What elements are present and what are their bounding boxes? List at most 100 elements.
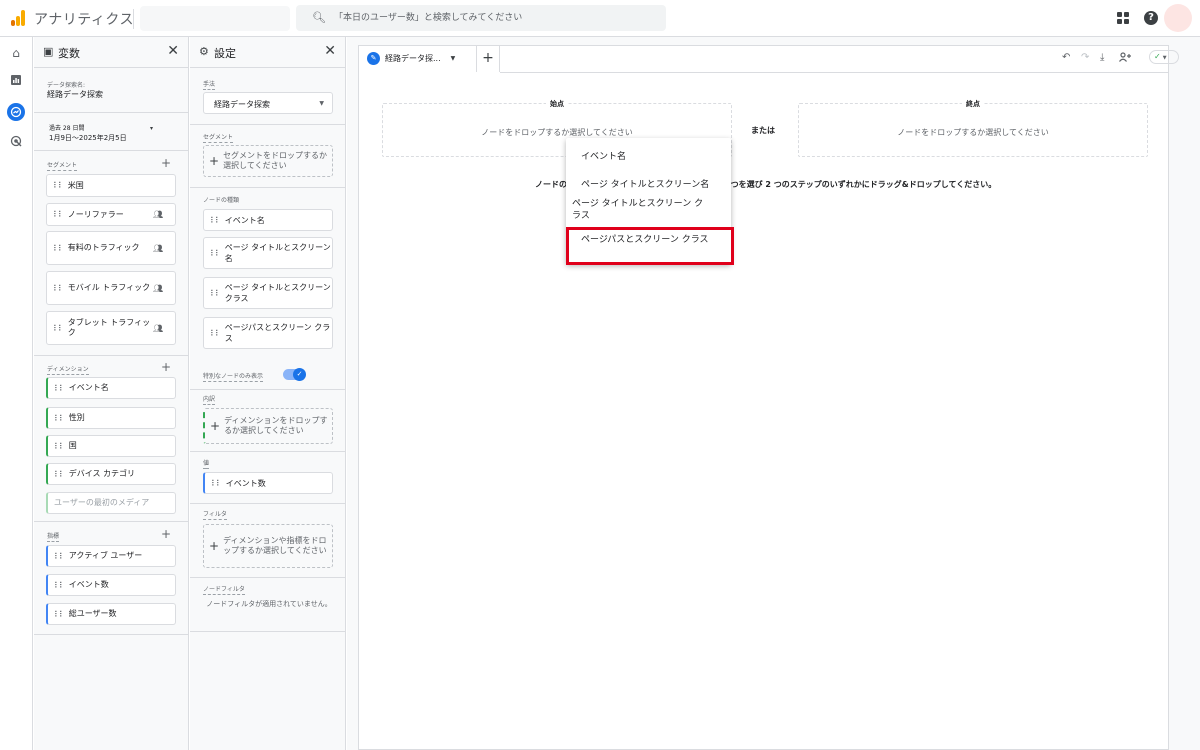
end-node-dropzone[interactable]: 終点 ノードをドロップするか選択してください [798,100,1148,157]
divider [34,521,188,522]
node-type-chip-label: ページ タイトルとスクリーン クラス [224,283,331,303]
tab-path-exploration[interactable]: ✎ 経路データ探... ▼ [359,46,476,72]
segment-dropzone[interactable]: + セグメントをドロップするか選択してください [203,145,333,177]
drag-handle-icon[interactable]: ⠇⠇ [54,442,65,451]
exploration-name[interactable]: 経路データ探索 [47,89,103,100]
breakdown-dropzone[interactable]: + ディメンションをドロップするか選択してください [203,408,333,444]
technique-label: 手法 [203,81,216,90]
reports-icon[interactable] [8,72,24,88]
drag-handle-icon[interactable]: ⠇⠇ [53,210,64,219]
node-type-chip[interactable]: ⠇⠇ ページパスとスクリーン クラス [203,317,333,349]
breakdown-label: 内訳 [203,396,216,405]
help-icon[interactable]: ? [1144,11,1158,25]
dimension-chip[interactable]: ⠇⠇ デバイス カテゴリ [46,463,176,485]
segment-chip[interactable]: ⠇⠇ モバイル トラフィック 👥︎ [46,271,176,305]
close-icon[interactable]: ✕ [324,43,336,59]
unique-nodes-toggle[interactable]: ✓ [283,368,306,381]
undo-icon[interactable]: ↶ [1062,52,1070,63]
segment-chip-label: 米国 [67,180,84,190]
advertising-icon[interactable] [8,133,24,149]
divider [34,150,188,151]
node-type-chip[interactable]: ⠇⠇ ページ タイトルとスクリーン クラス [203,277,333,309]
tab-divider [500,72,1168,73]
dimension-chip[interactable]: ⠇⠇ 国 [46,435,176,457]
technique-select[interactable]: 経路データ探索 ▼ [203,92,333,114]
drag-handle-icon[interactable]: ⠇⠇ [54,552,65,561]
drag-handle-icon[interactable]: ⠇⠇ [53,324,64,333]
apps-grid-icon[interactable] [1117,12,1129,24]
pencil-icon[interactable]: ✎ [367,51,380,65]
menu-item-page-title-screen-class[interactable]: ページ タイトルとスクリーン ク ラス [566,198,731,222]
add-tab-button[interactable]: + [476,46,500,72]
divider [190,577,345,578]
metric-chip[interactable]: ⠇⠇ イベント数 [46,574,176,596]
dimension-chip-label: ユーザーの最初のメディア [54,498,150,507]
drag-handle-icon[interactable]: ⠇⠇ [53,284,64,293]
dimension-chip-label: 性別 [68,413,85,422]
divider [190,124,345,125]
search-icon: 🔍︎ [312,11,326,24]
app-title[interactable]: アナリティクス [34,9,134,29]
drag-handle-icon[interactable]: ⠇⠇ [53,244,64,253]
chevron-down-icon[interactable]: ▾ [150,125,153,132]
dimension-chip[interactable]: ⠇⠇ユーザーの最初のメディア [46,492,176,514]
exploration-name-label: データ探索名: [47,82,86,89]
chevron-down-icon: ▼ [1162,55,1167,61]
menu-item-event-name[interactable]: イベント名 [566,151,731,163]
top-bar: アナリティクス 🔍︎ ? [0,0,1200,37]
add-metric-icon[interactable]: + [161,527,171,541]
value-metric-chip[interactable]: ⠇⠇ イベント数 [203,472,333,494]
plus-icon: + [209,154,220,168]
status-pill[interactable]: ✓ ▼ [1149,50,1179,64]
node-type-chip[interactable]: ⠇⠇ ページ タイトルとスクリーン名 [203,237,333,269]
redo-icon[interactable]: ↷ [1081,52,1089,63]
drag-handle-icon[interactable]: ⠇⠇ [210,289,221,298]
search-input[interactable] [334,9,654,27]
end-label: 終点 [799,99,1147,109]
avatar[interactable] [1164,4,1192,32]
variables-panel: ▣ 変数 ✕ データ探索名: 経路データ探索 過去 28 日間 1月9日～202… [34,37,189,750]
search-bar[interactable]: 🔍︎ [296,5,666,31]
drag-handle-icon[interactable]: ⠇⠇ [54,384,65,393]
share-icon[interactable] [1119,52,1132,65]
add-segment-icon[interactable]: + [161,156,171,170]
close-icon[interactable]: ✕ [167,43,179,59]
filter-dropzone[interactable]: + ディメンションや指標をドロップするか選択してください [203,524,333,568]
drag-handle-icon[interactable]: ⠇⠇ [211,479,222,488]
segment-chip[interactable]: ⠇⠇ 有料のトラフィック 👥︎ [46,231,176,265]
metric-chip[interactable]: ⠇⠇ アクティブ ユーザー [46,545,176,567]
segment-chip[interactable]: ⠇⠇ ノーリファラー 👥︎ [46,203,176,226]
explore-icon[interactable] [7,103,25,121]
drag-handle-icon[interactable]: ⠇⠇ [210,216,221,225]
segments-label: セグメント [47,162,78,171]
analytics-logo-icon[interactable] [10,10,26,26]
instruction-prefix: ノードの [535,180,567,189]
drag-handle-icon[interactable]: ⠇⠇ [210,329,221,338]
drag-handle-icon[interactable]: ⠇⠇ [54,581,65,590]
check-icon: ✓ [1154,52,1161,61]
drag-handle-icon[interactable]: ⠇⠇ [54,414,65,423]
drag-handle-icon[interactable]: ⠇⠇ [210,249,221,258]
segment-chip[interactable]: ⠇⠇ 米国 [46,174,176,197]
dimension-chip[interactable]: ⠇⠇ イベント名 [46,377,176,399]
date-range[interactable]: 1月9日～2025年2月5日 [49,133,127,143]
add-dimension-icon[interactable]: + [161,360,171,374]
drag-handle-icon[interactable]: ⠇⠇ [54,610,65,619]
segment-chip[interactable]: ⠇⠇ タブレット トラフィック 👥︎ [46,311,176,345]
menu-item-page-title-screen-name[interactable]: ページ タイトルとスクリーン名 [566,179,731,191]
start-drop-hint: ノードをドロップするか選択してください [481,128,633,137]
dimension-chip[interactable]: ⠇⠇ 性別 [46,407,176,429]
drag-handle-icon[interactable]: ⠇⠇ [54,470,65,479]
chevron-down-icon[interactable]: ▼ [451,55,456,62]
download-icon[interactable]: ⤓ [1100,52,1104,63]
title-divider [133,9,134,29]
drag-handle-icon[interactable]: ⠇⠇ [53,181,64,190]
settings-panel: ⚙ 設定 ✕ 手法 経路データ探索 ▼ セグメント + セグメントをドロップする… [190,37,346,750]
filter-drop-text: ディメンションや指標をドロップするか選択してください [223,536,327,555]
home-icon[interactable]: ⌂ [8,45,24,61]
node-type-chip[interactable]: ⠇⠇ イベント名 [203,209,333,231]
divider [190,67,345,68]
account-selector[interactable] [140,6,290,31]
dimension-chip-label: イベント名 [68,383,109,392]
metric-chip[interactable]: ⠇⠇ 総ユーザー数 [46,603,176,625]
